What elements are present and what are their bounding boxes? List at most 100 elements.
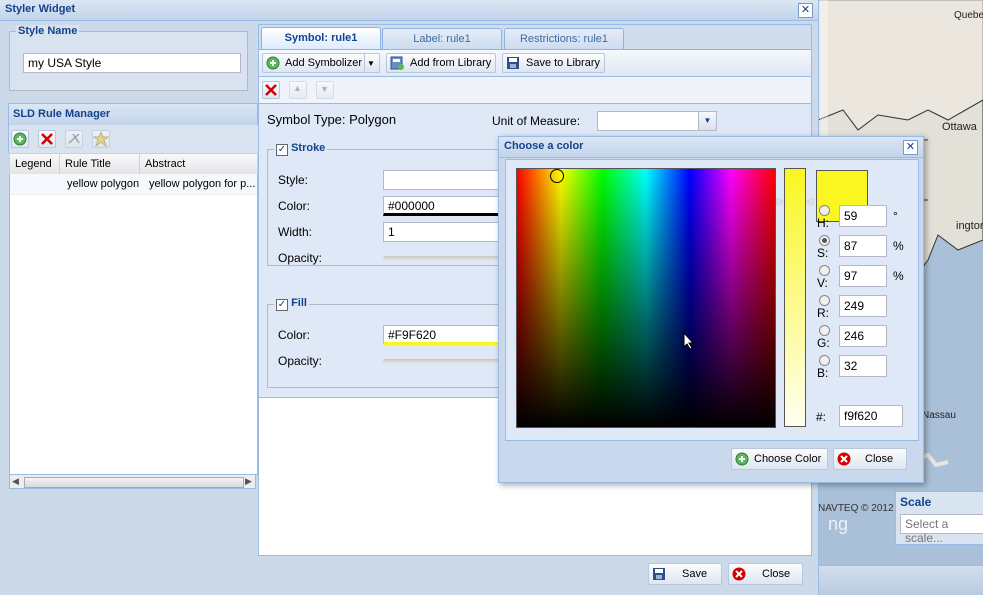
move-down-button[interactable]: ▼ [316, 81, 334, 99]
fill-color-label: Color: [278, 328, 311, 342]
saturation-value-picker[interactable] [516, 168, 776, 428]
field-label-g: G: [817, 336, 830, 350]
hex-input[interactable]: f9f620 [839, 405, 903, 427]
fill-legend: ✓ Fill [274, 297, 309, 311]
add-rule-button[interactable] [11, 130, 29, 148]
tab-restrictions-label: Restrictions: rule1 [519, 33, 609, 45]
duplicate-rule-button[interactable] [65, 130, 83, 148]
field-input-g[interactable]: 246 [839, 325, 887, 347]
tab-restrictions[interactable]: Restrictions: rule1 [504, 28, 624, 49]
radio-v[interactable] [819, 265, 830, 276]
symbolizer-toolbar: ▲ ▼ [259, 77, 811, 104]
hex-value: f9f620 [844, 409, 878, 423]
color-close-icon [837, 452, 851, 466]
svg-text:ng: ng [828, 514, 848, 534]
color-close-button[interactable]: Close [833, 448, 907, 470]
add-from-library-label: Add from Library [410, 57, 492, 69]
remove-rule-icon [41, 133, 53, 145]
unit-of-measure-select[interactable]: ▼ [597, 111, 717, 131]
style-name-input[interactable]: my USA Style [23, 53, 241, 73]
field-value-g: 246 [844, 329, 865, 343]
choose-color-button[interactable]: Choose Color [731, 448, 828, 470]
field-input-b[interactable]: 32 [839, 355, 887, 377]
close-button[interactable]: Close [728, 563, 803, 585]
col-legend[interactable]: Legend [10, 154, 60, 174]
hex-label: #: [816, 410, 827, 424]
add-symbolizer-button[interactable]: Add Symbolizer ▼ [262, 53, 380, 73]
col-rule-title[interactable]: Rule Title [60, 154, 140, 174]
chevron-down-icon[interactable]: ▼ [698, 112, 716, 130]
field-label-v: V: [817, 276, 828, 290]
style-name-fieldset: Style Name my USA Style [9, 25, 248, 91]
dropdown-arrow-icon[interactable]: ▼ [364, 54, 377, 73]
rule-manager-toolbar [8, 125, 259, 153]
field-value-v: 97 [844, 269, 858, 283]
scroll-thumb[interactable] [24, 477, 244, 488]
color-close-label: Close [865, 453, 894, 465]
mouse-cursor-icon [683, 332, 695, 350]
stroke-opacity-label: Opacity: [278, 251, 323, 265]
add-rule-icon [13, 132, 27, 146]
radio-r[interactable] [819, 295, 830, 306]
symbol-toolbar: Add Symbolizer ▼ Add from Library Save t… [259, 50, 811, 77]
fill-opacity-label: Opacity: [278, 354, 323, 368]
add-from-library-button[interactable]: Add from Library [386, 53, 496, 73]
scroll-left-icon[interactable]: ◀ [12, 476, 19, 487]
radio-h[interactable] [819, 205, 830, 216]
save-to-library-button[interactable]: Save to Library [502, 53, 605, 73]
field-unit-v: % [893, 269, 904, 283]
stroke-checkbox[interactable]: ✓ [276, 144, 288, 156]
symbol-type-label: Symbol Type: Polygon [267, 112, 397, 127]
rule-manager-header: SLD Rule Manager [8, 103, 258, 126]
map-label-quebec: Quebec [954, 10, 983, 21]
table-row[interactable]: yellow polygon yellow polygon for p... [10, 174, 257, 195]
field-input-s[interactable]: 87 [839, 235, 887, 257]
library-icon [390, 56, 404, 70]
close-icon [732, 567, 746, 581]
color-dialog-title-bar[interactable]: Choose a color [499, 137, 923, 158]
row-rule-title: yellow polygon [67, 178, 140, 190]
remove-rule-button[interactable] [38, 130, 56, 148]
tab-symbol[interactable]: Symbol: rule1 [261, 27, 381, 49]
delete-symbolizer-button[interactable] [262, 81, 280, 99]
radio-g[interactable] [819, 325, 830, 336]
field-input-v[interactable]: 97 [839, 265, 887, 287]
rule-grid-body: yellow polygon yellow polygon for p... [9, 174, 258, 475]
scale-panel: Scale Select a scale... [895, 491, 983, 545]
stroke-color-label: Color: [278, 199, 311, 213]
duplicate-rule-icon [68, 133, 80, 144]
field-input-r[interactable]: 249 [839, 295, 887, 317]
window-title-bar[interactable]: Styler Widget [0, 0, 818, 21]
arrow-down-icon: ▼ [320, 84, 329, 94]
move-up-button[interactable]: ▲ [289, 81, 307, 99]
save-button[interactable]: Save [648, 563, 722, 585]
radio-b[interactable] [819, 355, 830, 366]
radio-s[interactable] [819, 235, 830, 246]
fill-legend-text: Fill [291, 297, 307, 309]
rule-grid-hscrollbar[interactable]: ◀ ▶ [9, 474, 256, 489]
rule-grid-header: Legend Rule Title Abstract [9, 153, 258, 175]
scroll-right-icon[interactable]: ▶ [245, 476, 252, 487]
color-dialog-close-icon[interactable]: ✕ [903, 140, 918, 155]
color-dialog: Choose a color ✕ ▷ ◁ H: 59 ° S: 87% V: 97% R: 24… [498, 136, 924, 483]
fill-checkbox[interactable]: ✓ [276, 299, 288, 311]
window-close-icon[interactable]: ✕ [798, 3, 813, 18]
slider-left-arrow-icon[interactable]: ▷ [777, 196, 784, 207]
stroke-width-label: Width: [278, 225, 313, 239]
field-value-s: 87 [844, 239, 858, 253]
value-slider[interactable] [784, 168, 806, 427]
style-name-value: my USA Style [28, 56, 102, 70]
col-abstract[interactable]: Abstract [140, 154, 257, 174]
field-unit-h: ° [893, 209, 898, 223]
save-disk-icon [507, 57, 519, 69]
slider-right-arrow-icon[interactable]: ◁ [806, 196, 813, 207]
sv-picker-handle[interactable] [550, 169, 564, 183]
field-unit-s: % [893, 239, 904, 253]
scale-select[interactable]: Select a scale... [900, 514, 983, 545]
tab-label[interactable]: Label: rule1 [382, 28, 502, 49]
favorite-rule-button[interactable] [92, 130, 110, 148]
field-input-h[interactable]: 59 [839, 205, 887, 227]
scale-placeholder: Select a scale... [905, 517, 949, 545]
choose-color-label: Choose Color [754, 453, 822, 465]
color-dialog-title: Choose a color [504, 140, 584, 152]
